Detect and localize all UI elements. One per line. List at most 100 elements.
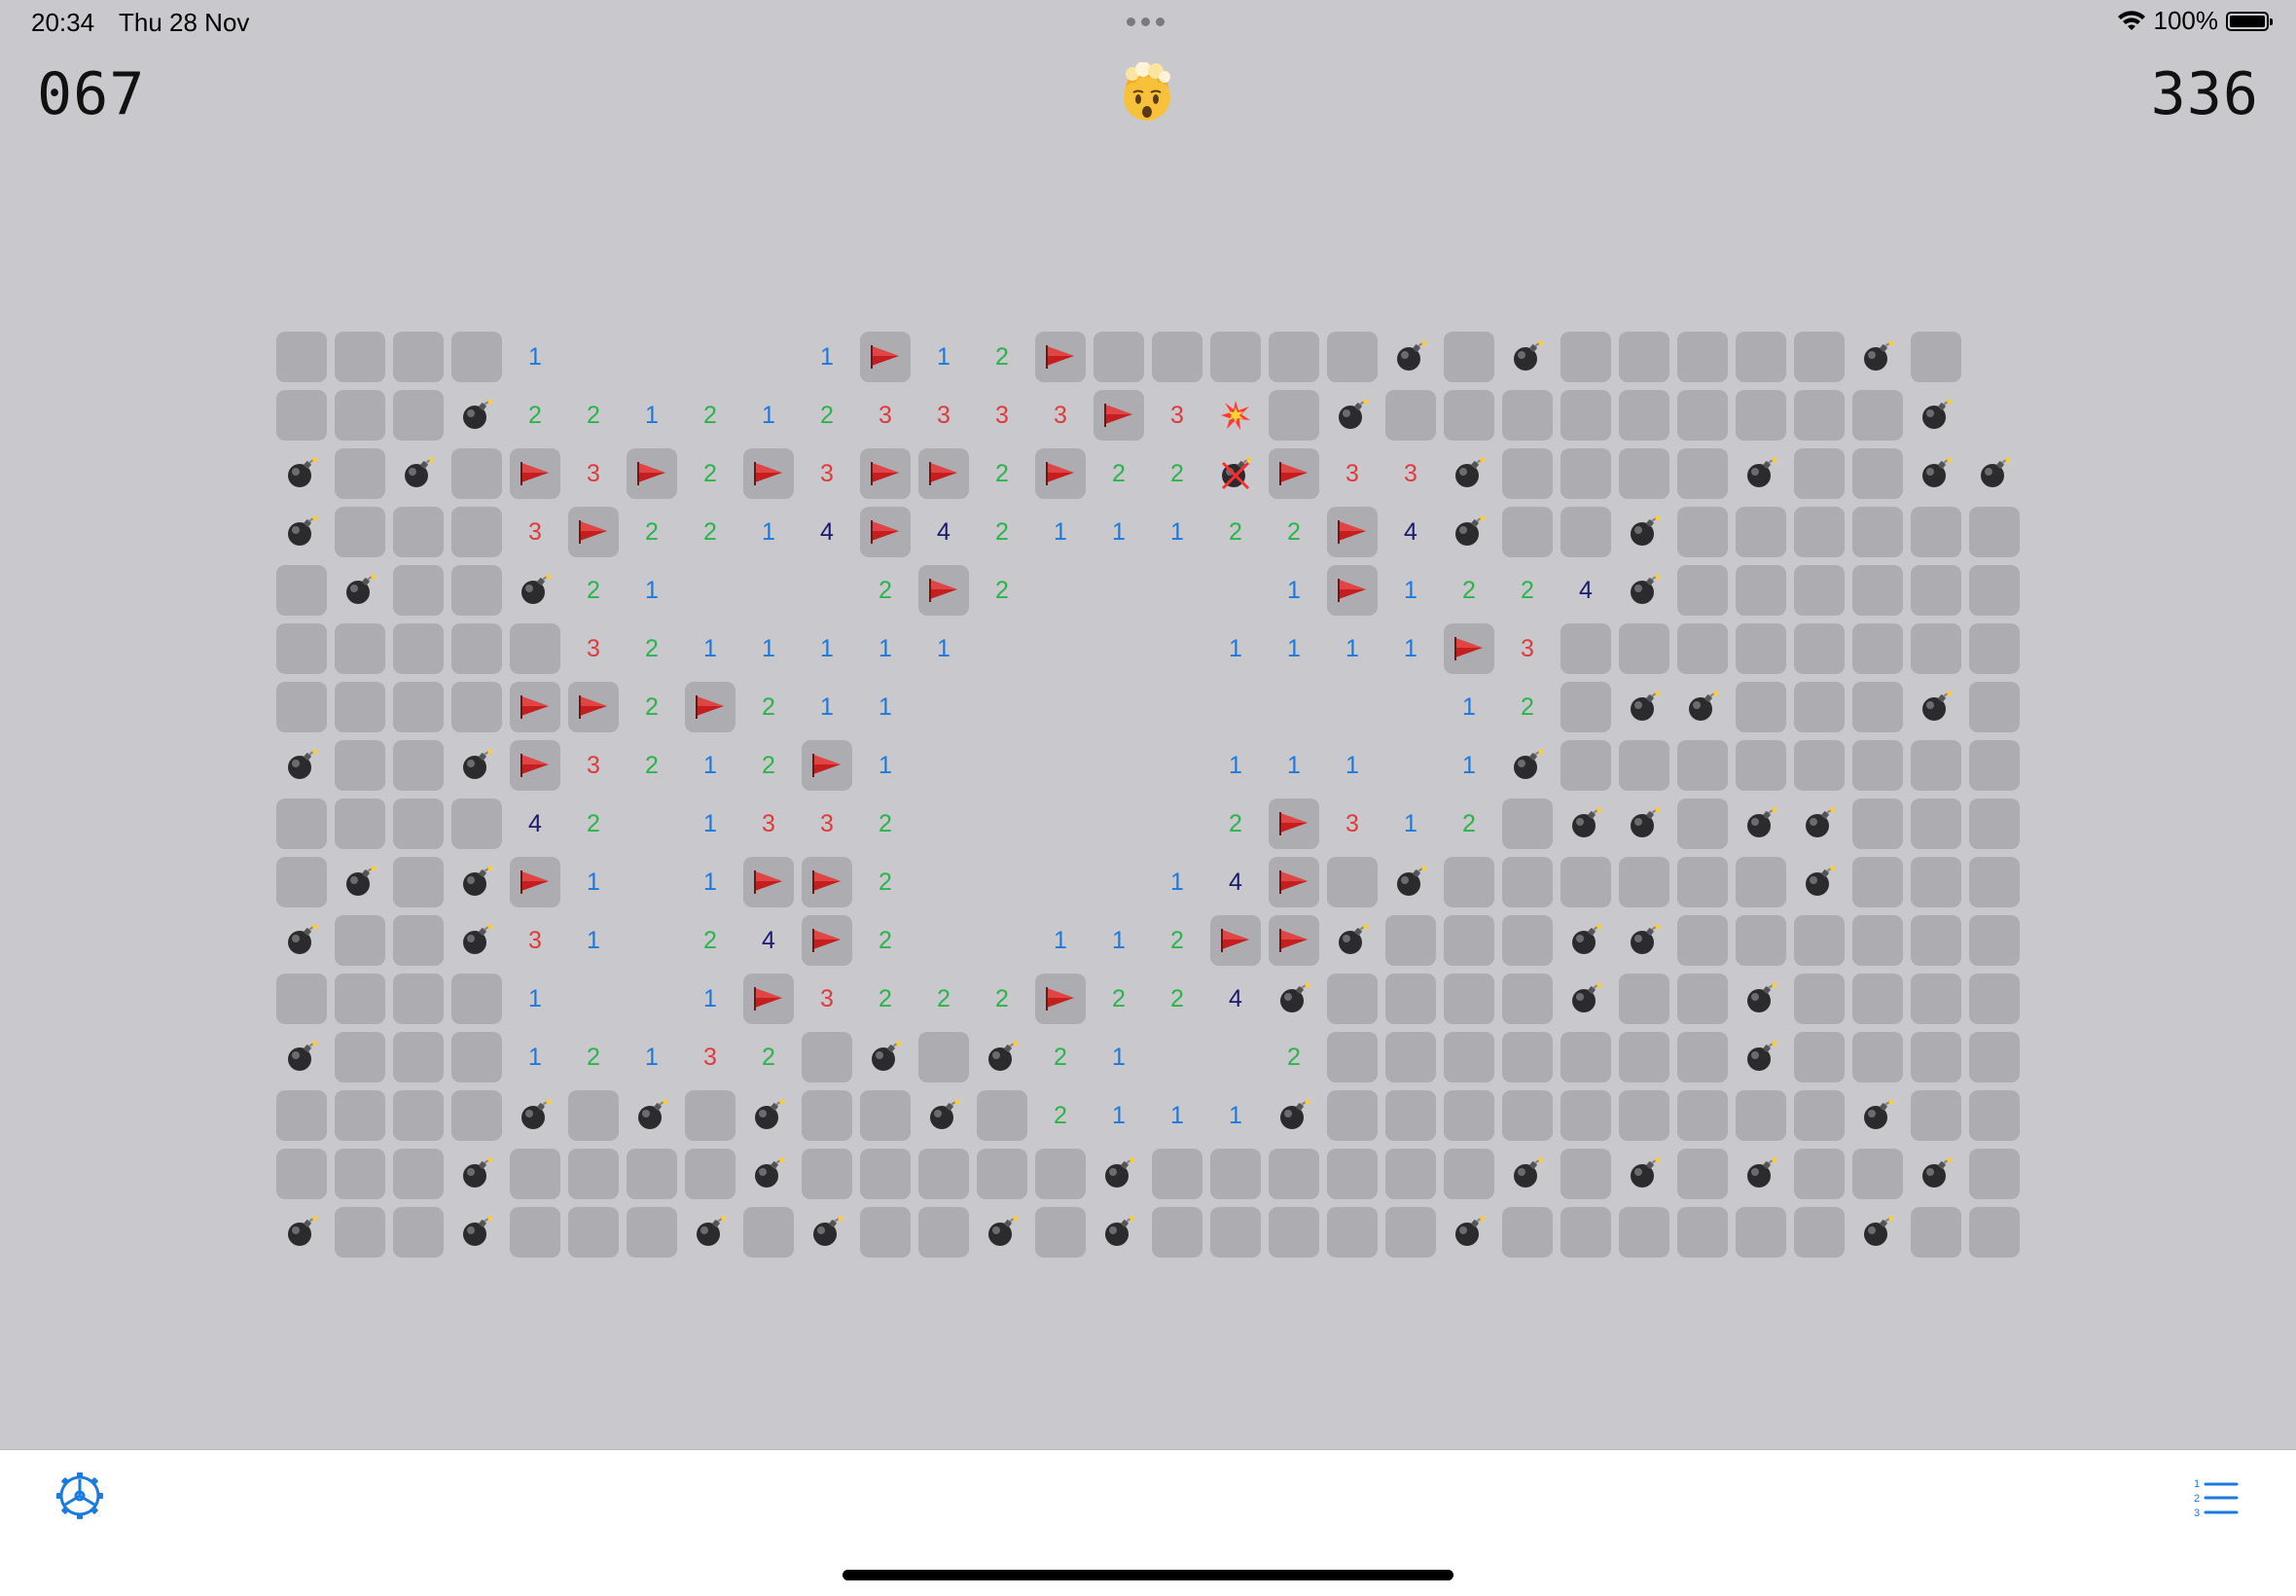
mine-cell[interactable]: [1969, 448, 2020, 499]
covered-cell[interactable]: [568, 1207, 619, 1258]
covered-cell[interactable]: [1677, 740, 1728, 791]
number-cell[interactable]: 2: [1152, 448, 1202, 499]
number-cell[interactable]: 1: [1035, 507, 1086, 557]
covered-cell[interactable]: [451, 623, 502, 674]
flagged-cell[interactable]: [743, 448, 794, 499]
flagged-cell[interactable]: [1094, 390, 1144, 441]
covered-cell[interactable]: [1794, 1149, 1845, 1199]
covered-cell[interactable]: [1619, 332, 1669, 382]
covered-cell[interactable]: [1327, 1032, 1378, 1082]
covered-cell[interactable]: [1794, 974, 1845, 1024]
flagged-cell[interactable]: [1035, 448, 1086, 499]
covered-cell[interactable]: [1269, 1149, 1319, 1199]
number-cell[interactable]: 3: [1327, 798, 1378, 849]
number-cell[interactable]: 1: [685, 974, 735, 1024]
number-cell[interactable]: 1: [1385, 565, 1436, 616]
mine-cell[interactable]: [1269, 1090, 1319, 1141]
flagged-cell[interactable]: [685, 682, 735, 732]
covered-cell[interactable]: [1852, 857, 1903, 907]
mine-cell[interactable]: [1852, 332, 1903, 382]
covered-cell[interactable]: [1561, 1207, 1611, 1258]
covered-cell[interactable]: [1911, 1032, 1961, 1082]
covered-cell[interactable]: [860, 1090, 911, 1141]
covered-cell[interactable]: [276, 974, 327, 1024]
covered-cell[interactable]: [1677, 1032, 1728, 1082]
high-scores-button[interactable]: 1 2 3: [2193, 1476, 2240, 1519]
mine-cell[interactable]: [1327, 390, 1378, 441]
covered-cell[interactable]: [1561, 623, 1611, 674]
mine-cell[interactable]: [393, 448, 444, 499]
covered-cell[interactable]: [1736, 1090, 1786, 1141]
number-cell[interactable]: 2: [743, 682, 794, 732]
mine-cell[interactable]: [1269, 974, 1319, 1024]
flagged-cell[interactable]: [1269, 798, 1319, 849]
number-cell[interactable]: 1: [685, 740, 735, 791]
covered-cell[interactable]: [1911, 332, 1961, 382]
covered-cell[interactable]: [1677, 623, 1728, 674]
covered-cell[interactable]: [393, 1207, 444, 1258]
covered-cell[interactable]: [1969, 915, 2020, 966]
covered-cell[interactable]: [1444, 974, 1494, 1024]
number-cell[interactable]: 4: [918, 507, 969, 557]
covered-cell[interactable]: [1794, 623, 1845, 674]
face-reset-button[interactable]: [1117, 61, 1177, 123]
covered-cell[interactable]: [1794, 448, 1845, 499]
covered-cell[interactable]: [451, 682, 502, 732]
number-cell[interactable]: 1: [1444, 682, 1494, 732]
number-cell[interactable]: 2: [977, 507, 1027, 557]
number-cell[interactable]: 1: [685, 857, 735, 907]
covered-cell[interactable]: [1677, 1149, 1728, 1199]
covered-cell[interactable]: [1794, 682, 1845, 732]
covered-cell[interactable]: [1736, 915, 1786, 966]
mine-cell[interactable]: [1619, 1149, 1669, 1199]
number-cell[interactable]: 2: [977, 974, 1027, 1024]
number-cell[interactable]: 2: [685, 448, 735, 499]
covered-cell[interactable]: [1852, 798, 1903, 849]
covered-cell[interactable]: [393, 1149, 444, 1199]
covered-cell[interactable]: [393, 915, 444, 966]
covered-cell[interactable]: [1561, 390, 1611, 441]
mine-cell[interactable]: [1327, 915, 1378, 966]
mine-cell[interactable]: [1561, 915, 1611, 966]
mine-cell[interactable]: [1794, 798, 1845, 849]
mine-cell[interactable]: [1619, 915, 1669, 966]
covered-cell[interactable]: [451, 507, 502, 557]
covered-cell[interactable]: [568, 1090, 619, 1141]
covered-cell[interactable]: [1385, 915, 1436, 966]
covered-cell[interactable]: [393, 565, 444, 616]
mine-cell[interactable]: [1561, 798, 1611, 849]
number-cell[interactable]: 4: [743, 915, 794, 966]
mine-cell[interactable]: [451, 857, 502, 907]
mine-cell[interactable]: [743, 1090, 794, 1141]
number-cell[interactable]: 2: [860, 565, 911, 616]
number-cell[interactable]: 1: [627, 390, 677, 441]
covered-cell[interactable]: [1969, 798, 2020, 849]
mine-cell[interactable]: [451, 390, 502, 441]
mine-cell[interactable]: [1736, 1032, 1786, 1082]
covered-cell[interactable]: [1969, 974, 2020, 1024]
covered-cell[interactable]: [1269, 332, 1319, 382]
covered-cell[interactable]: [1502, 974, 1553, 1024]
number-cell[interactable]: 1: [1385, 623, 1436, 674]
number-cell[interactable]: 1: [802, 682, 852, 732]
number-cell[interactable]: 2: [627, 507, 677, 557]
number-cell[interactable]: 3: [918, 390, 969, 441]
flagged-cell[interactable]: [1327, 507, 1378, 557]
number-cell[interactable]: 2: [860, 974, 911, 1024]
covered-cell[interactable]: [335, 682, 385, 732]
covered-cell[interactable]: [1502, 857, 1553, 907]
covered-cell[interactable]: [1444, 390, 1494, 441]
covered-cell[interactable]: [393, 1032, 444, 1082]
number-cell[interactable]: 3: [802, 974, 852, 1024]
number-cell[interactable]: 4: [1210, 974, 1261, 1024]
covered-cell[interactable]: [1502, 448, 1553, 499]
flagged-cell[interactable]: [802, 915, 852, 966]
covered-cell[interactable]: [393, 1090, 444, 1141]
mine-cell[interactable]: [1094, 1207, 1144, 1258]
covered-cell[interactable]: [1035, 1149, 1086, 1199]
mine-cell[interactable]: [1736, 448, 1786, 499]
covered-cell[interactable]: [1794, 915, 1845, 966]
covered-cell[interactable]: [393, 857, 444, 907]
covered-cell[interactable]: [743, 1207, 794, 1258]
number-cell[interactable]: 2: [627, 623, 677, 674]
